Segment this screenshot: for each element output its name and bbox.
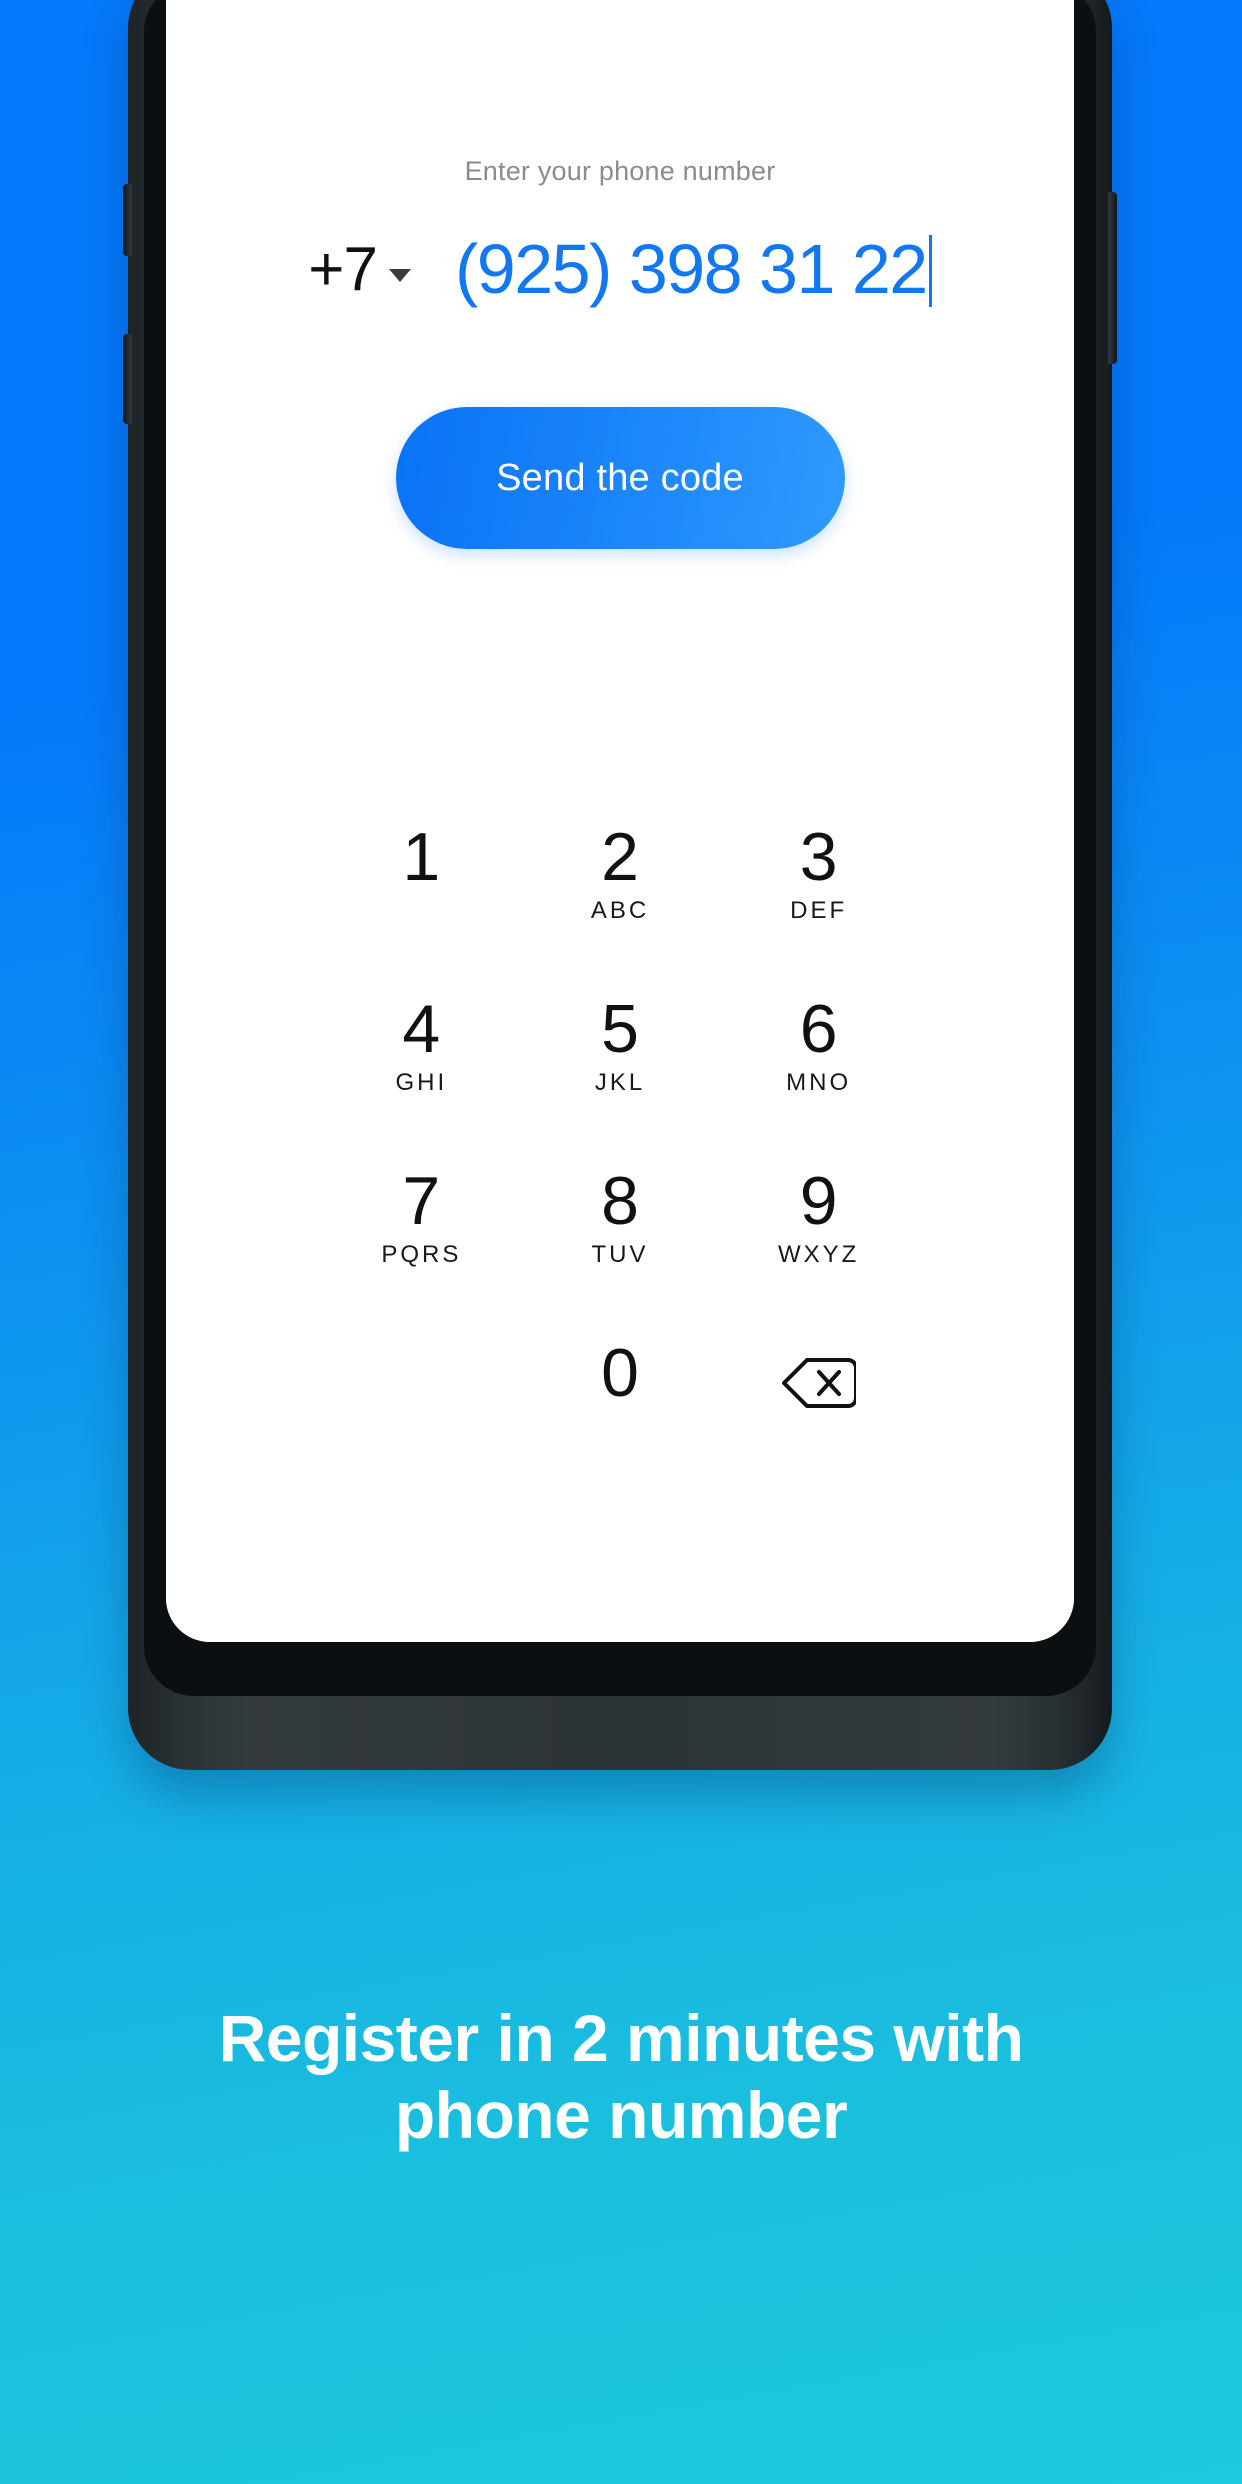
key-digit: 9 [799, 1163, 838, 1239]
promo-caption: Register in 2 minutes with phone number [0, 2000, 1242, 2153]
device-inner-bezel: Enter your phone number +7 (925) 398 31 … [144, 0, 1096, 1696]
key-digit: 7 [402, 1163, 441, 1239]
key-3[interactable]: 3 DEF [719, 819, 918, 925]
app-registration-screen: Enter your phone number +7 (925) 398 31 … [166, 0, 1074, 1642]
phone-number-field[interactable]: (925) 398 31 22 [455, 229, 932, 309]
keypad-row: 1 2 ABC 3 DEF [322, 819, 918, 994]
promo-caption-line-2: phone number [394, 2077, 848, 2152]
key-letters: JKL [594, 1069, 646, 1097]
country-code-label: +7 [308, 234, 378, 304]
key-digit: 3 [799, 819, 838, 895]
key-letters: ABC [590, 897, 650, 925]
key-7[interactable]: 7 PQRS [322, 1163, 521, 1269]
country-code-selector[interactable]: +7 [308, 234, 411, 305]
key-letters: MNO [786, 1069, 852, 1097]
keypad-row: 7 PQRS 8 TUV 9 WXYZ [322, 1163, 918, 1338]
key-digit: 2 [601, 819, 639, 895]
keypad-row: 4 GHI 5 JKL 6 MNO [322, 991, 918, 1166]
key-9[interactable]: 9 WXYZ [719, 1163, 918, 1269]
key-letters: TUV [591, 1241, 649, 1269]
backspace-button[interactable] [719, 1338, 918, 1430]
key-digit: 6 [799, 991, 838, 1067]
key-digit: 5 [601, 991, 639, 1067]
key-digit: 1 [402, 819, 441, 895]
promo-caption-line-1: Register in 2 minutes with [218, 2001, 1024, 2075]
key-digit: 4 [402, 991, 441, 1067]
phone-number-value: (925) 398 31 22 [454, 230, 928, 308]
key-letters: PQRS [381, 1241, 462, 1269]
key-letters: WXYZ [778, 1241, 860, 1269]
key-letters: DEF [790, 897, 848, 925]
key-6[interactable]: 6 MNO [719, 991, 918, 1097]
text-cursor [928, 235, 932, 307]
send-code-button[interactable]: Send the code [395, 407, 845, 549]
key-2[interactable]: 2 ABC [521, 819, 720, 925]
key-1[interactable]: 1 [322, 819, 521, 897]
phone-input-row: +7 (925) 398 31 22 [166, 229, 1074, 309]
power-button[interactable] [1108, 192, 1117, 364]
numeric-keypad: 1 2 ABC 3 DEF 4 GHI 5 JKL 6 MNO 7 PQRS 8… [166, 819, 1074, 1510]
key-digit: 0 [601, 1335, 639, 1411]
key-digit: 8 [601, 1163, 639, 1239]
key-letters: GHI [395, 1069, 448, 1097]
key-5[interactable]: 5 JKL [521, 991, 720, 1097]
backspace-icon [781, 1356, 858, 1413]
phone-device-frame: Enter your phone number +7 (925) 398 31 … [123, 0, 1117, 1770]
chevron-down-icon [388, 268, 411, 282]
send-code-row: Send the code [166, 407, 1074, 549]
keypad-row-last: 0 [322, 1335, 918, 1510]
key-0[interactable]: 0 [521, 1335, 720, 1411]
volume-up-button[interactable] [123, 184, 132, 256]
phone-screen: Enter your phone number +7 (925) 398 31 … [166, 0, 1074, 1642]
phone-number-hint: Enter your phone number [464, 156, 776, 186]
volume-down-button[interactable] [123, 334, 132, 424]
key-8[interactable]: 8 TUV [521, 1163, 720, 1269]
key-4[interactable]: 4 GHI [322, 991, 521, 1097]
